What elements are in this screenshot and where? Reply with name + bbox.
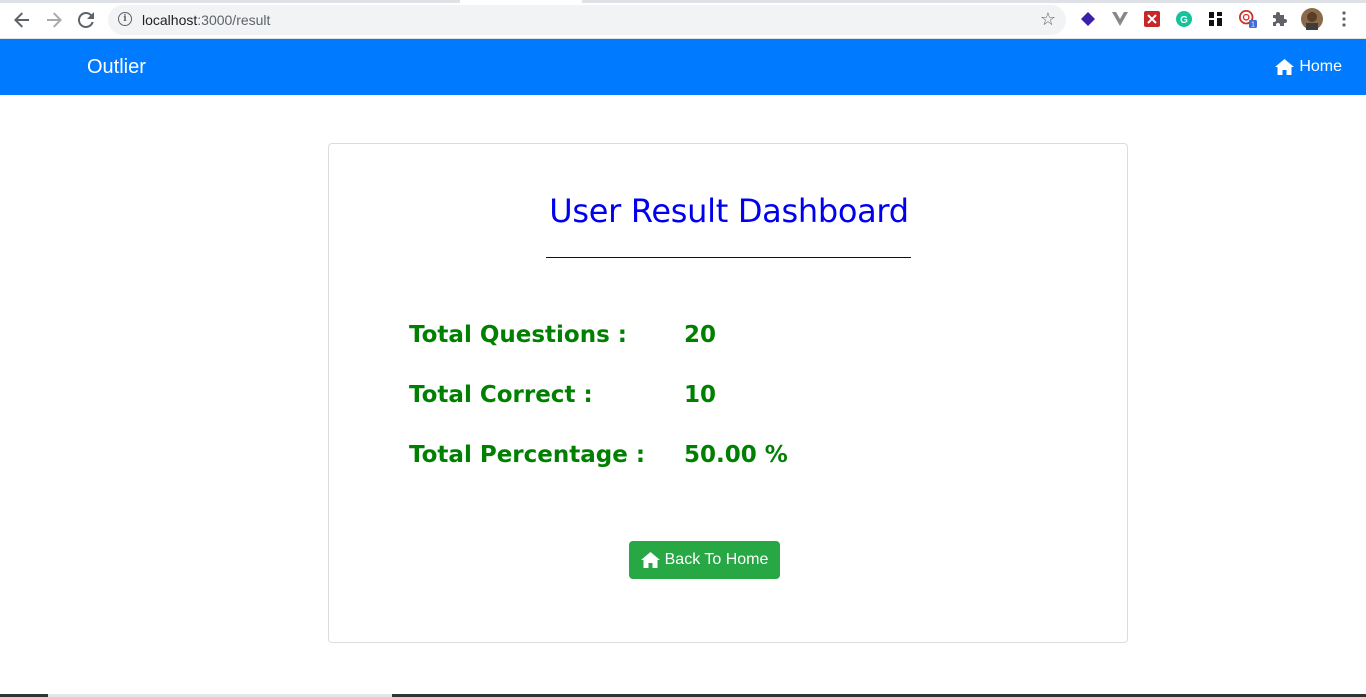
devtools-icon[interactable]	[1143, 10, 1161, 28]
stat-value-percentage: 50.00 %	[684, 442, 788, 468]
title-divider	[546, 257, 911, 258]
qr-icon[interactable]	[1207, 10, 1225, 28]
layers-icon[interactable]	[1079, 10, 1097, 28]
address-bar[interactable]: i localhost:3000/result ☆	[108, 5, 1066, 35]
bookmark-star-icon[interactable]: ☆	[1040, 9, 1056, 30]
url-text[interactable]: localhost:3000/result	[142, 12, 270, 28]
browser-toolbar: i localhost:3000/result ☆ G 1	[0, 0, 1366, 39]
grammarly-icon[interactable]: G	[1175, 10, 1193, 28]
svg-text:G: G	[1180, 15, 1188, 26]
stat-value-correct: 10	[684, 382, 717, 408]
brand-link[interactable]: Outlier	[87, 56, 146, 79]
back-to-home-label: Back To Home	[664, 551, 769, 568]
nav-home-link[interactable]: Home	[1275, 58, 1342, 76]
info-icon[interactable]: i	[118, 12, 132, 26]
tab-strip	[0, 0, 1366, 3]
stat-label-questions: Total Questions :	[409, 322, 628, 348]
home-icon	[640, 552, 660, 568]
result-card: User Result Dashboard Total Questions : …	[328, 143, 1128, 643]
home-icon	[1275, 59, 1295, 75]
page-title: User Result Dashboard	[549, 192, 909, 230]
back-arrow-icon[interactable]	[10, 8, 34, 32]
active-tab[interactable]	[460, 0, 582, 3]
url-path: :3000/result	[197, 12, 271, 28]
url-host: localhost	[142, 12, 198, 28]
badge-count: 1	[1251, 20, 1255, 29]
stat-label-percentage: Total Percentage :	[409, 442, 646, 468]
lastpass-icon[interactable]: 1	[1239, 10, 1257, 29]
navbar: Outlier Home	[0, 39, 1366, 95]
menu-dots-icon[interactable]	[1335, 10, 1353, 28]
stat-value-questions: 20	[684, 322, 717, 348]
vue-icon[interactable]	[1111, 10, 1129, 28]
puzzle-icon[interactable]	[1271, 10, 1289, 28]
stat-label-correct: Total Correct :	[409, 382, 593, 408]
back-to-home-button[interactable]: Back To Home	[629, 541, 780, 579]
forward-arrow-icon[interactable]	[42, 8, 66, 32]
reload-icon[interactable]	[74, 8, 98, 32]
avatar[interactable]	[1301, 8, 1323, 30]
nav-home-label: Home	[1299, 58, 1342, 75]
